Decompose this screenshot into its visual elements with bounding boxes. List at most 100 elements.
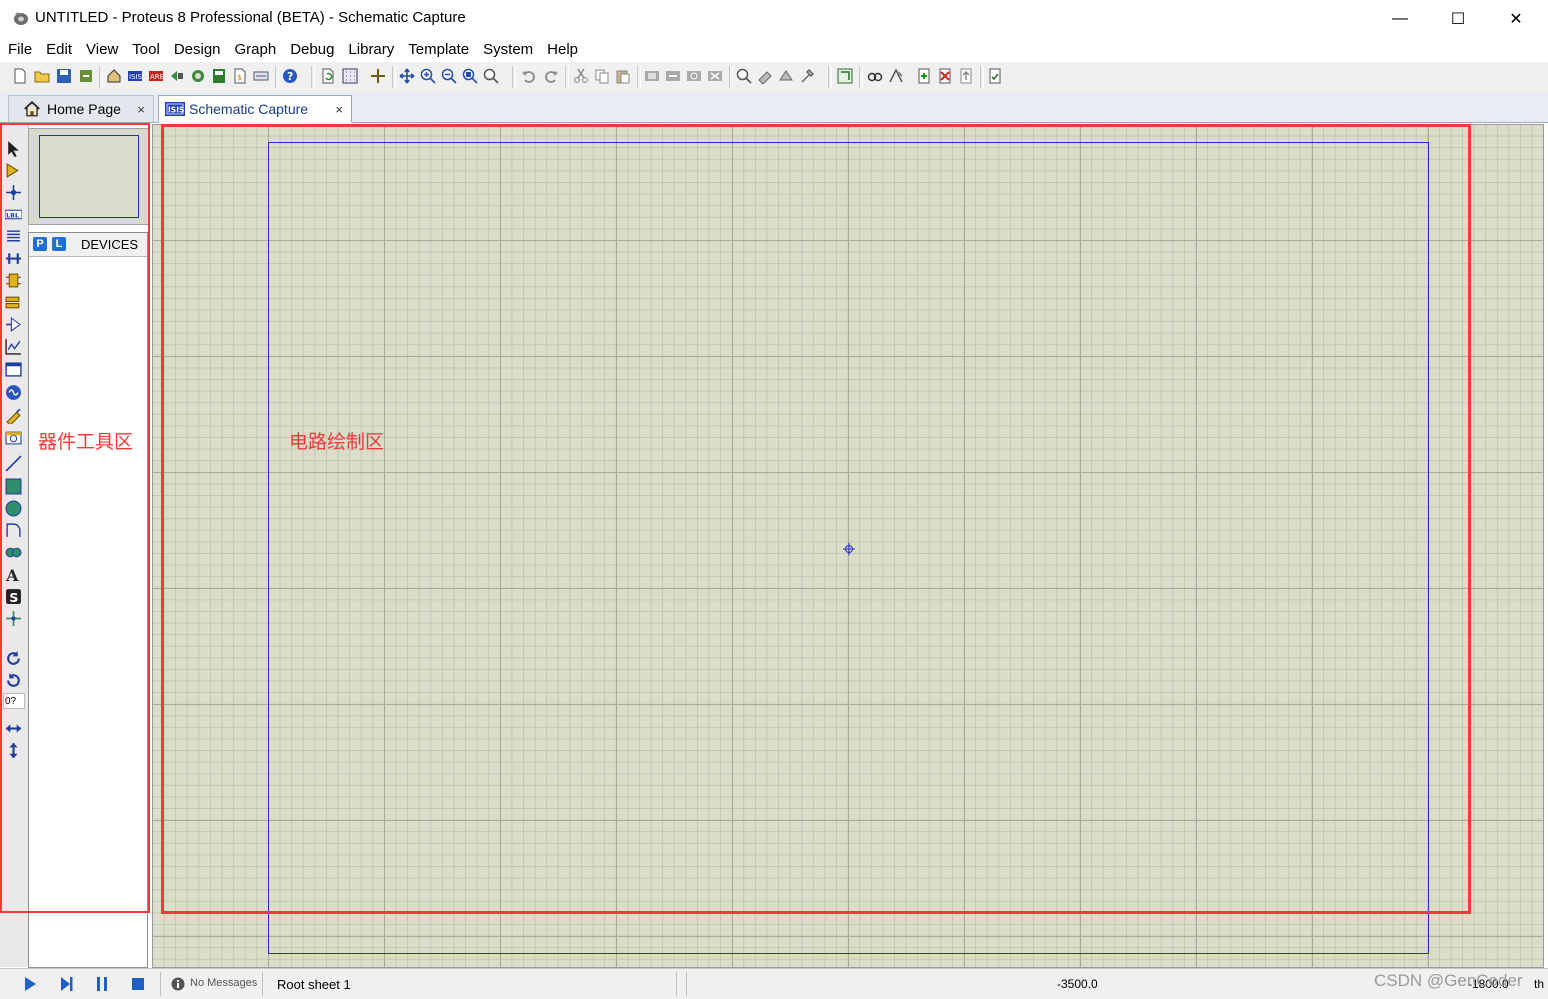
messages-status[interactable]: No Messages [190,977,257,989]
zoom-in-icon[interactable] [420,68,436,84]
design-explorer-icon[interactable] [211,68,227,84]
package-tool-icon[interactable] [778,68,794,84]
home-page-icon[interactable] [106,68,122,84]
circuit-drawing-area-highlight [161,124,1471,914]
remove-sheet-icon[interactable] [937,68,953,84]
pan-icon[interactable] [399,68,415,84]
refresh-icon[interactable] [320,68,336,84]
csdn-watermark: CSDN @GenCoder [1374,971,1523,990]
toolbar-separator [99,66,103,88]
component-tool-area-highlight [0,123,150,913]
menu-file[interactable]: File [0,38,39,62]
svg-text:ARES: ARES [150,73,164,81]
svg-text:?: ? [287,70,293,83]
toolbar-separator [392,66,396,88]
property-assignment-icon[interactable] [888,68,904,84]
menu-edit[interactable]: Edit [39,38,79,62]
menu-graph[interactable]: Graph [228,38,284,62]
redo-icon[interactable] [543,68,559,84]
zoom-area-icon[interactable] [483,68,499,84]
new-file-icon[interactable] [12,68,28,84]
title-bar: UNTITLED - Proteus 8 Professional (BETA)… [0,0,1548,38]
electrical-rule-check-icon[interactable] [987,68,1003,84]
bill-of-materials-icon[interactable]: $ [232,68,248,84]
menu-view[interactable]: View [79,38,125,62]
units-readout: th [1534,977,1545,991]
menu-help[interactable]: Help [540,38,585,62]
menu-bar: File Edit View Tool Design Graph Debug L… [0,38,1548,62]
wire-autorouter-icon[interactable] [837,68,853,84]
proteus-app-icon [14,12,28,25]
info-icon [171,977,185,991]
close-window-button[interactable]: ✕ [1487,0,1545,38]
document-tab-bar: Home Page × ISIS Schematic Capture × [0,92,1548,123]
toolbar-separator [859,66,863,88]
status-separator [676,972,677,996]
new-sheet-icon[interactable] [916,68,932,84]
status-separator [262,972,263,996]
status-bar: No Messages Root sheet 1 -3500.0 -1800.0… [0,968,1548,999]
toolbar-separator [565,66,569,88]
toolbar-separator [729,66,733,88]
zoom-out-icon[interactable] [441,68,457,84]
circuit-drawing-area-label: 电路绘制区 [289,431,385,453]
tab-schematic-capture-close-button[interactable]: × [335,102,343,117]
help-icon[interactable]: ? [282,68,298,84]
pcb-layout-icon[interactable]: ARES [148,68,164,84]
tab-schematic-capture[interactable]: ISIS Schematic Capture × [158,95,352,123]
play-icon[interactable] [22,976,38,992]
component-tool-area-label: 器件工具区 [38,431,134,453]
menu-system[interactable]: System [476,38,540,62]
search-tag-icon[interactable] [867,68,883,84]
menu-debug[interactable]: Debug [283,38,341,62]
status-separator [686,972,687,996]
menu-library[interactable]: Library [341,38,401,62]
menu-design[interactable]: Design [167,38,228,62]
gerber-icon[interactable] [190,68,206,84]
coordinate-x-readout: -3500.0 [1057,977,1098,991]
step-icon[interactable] [58,976,74,992]
paste-icon[interactable] [615,68,631,84]
cut-icon[interactable] [573,68,589,84]
block-move-icon[interactable] [665,68,681,84]
svg-text:ISIS: ISIS [129,73,143,81]
tab-home-page-label: Home Page [47,101,121,117]
undo-icon[interactable] [521,68,537,84]
minimize-button[interactable]: — [1371,0,1429,38]
3d-viewer-icon[interactable] [169,68,185,84]
open-folder-icon[interactable] [34,68,50,84]
make-device-icon[interactable] [757,68,773,84]
toolbar-separator [275,66,279,88]
toggle-grid-icon[interactable] [342,68,358,84]
menu-tool[interactable]: Tool [125,38,167,62]
current-sheet-status: Root sheet 1 [277,977,351,992]
menu-template[interactable]: Template [401,38,476,62]
source-code-icon[interactable] [253,68,269,84]
pick-device-icon[interactable] [736,68,752,84]
save-icon[interactable] [56,68,72,84]
toolbar-separator [512,66,516,88]
status-separator [160,972,161,996]
import-icon[interactable] [78,68,94,84]
stop-icon[interactable] [130,976,146,992]
block-copy-icon[interactable] [644,68,660,84]
home-icon [24,101,40,117]
zoom-all-icon[interactable] [462,68,478,84]
block-rotate-icon[interactable] [686,68,702,84]
tab-home-page-close-button[interactable]: × [137,102,145,117]
exit-to-parent-icon[interactable] [958,68,974,84]
svg-text:$: $ [237,73,242,82]
tab-schematic-capture-label: Schematic Capture [189,101,309,117]
tab-home-page[interactable]: Home Page × [8,95,154,122]
block-delete-icon[interactable] [707,68,723,84]
maximize-button[interactable]: ☐ [1429,0,1487,38]
schematic-icon[interactable]: ISIS [127,68,143,84]
toolbar-separator [637,66,641,88]
toolbar-separator [311,66,315,88]
origin-icon[interactable] [370,68,386,84]
svg-text:ISIS: ISIS [168,106,184,115]
pause-icon[interactable] [94,976,110,992]
copy-icon[interactable] [594,68,610,84]
toolbar-separator [980,66,984,88]
decompose-icon[interactable] [799,68,815,84]
